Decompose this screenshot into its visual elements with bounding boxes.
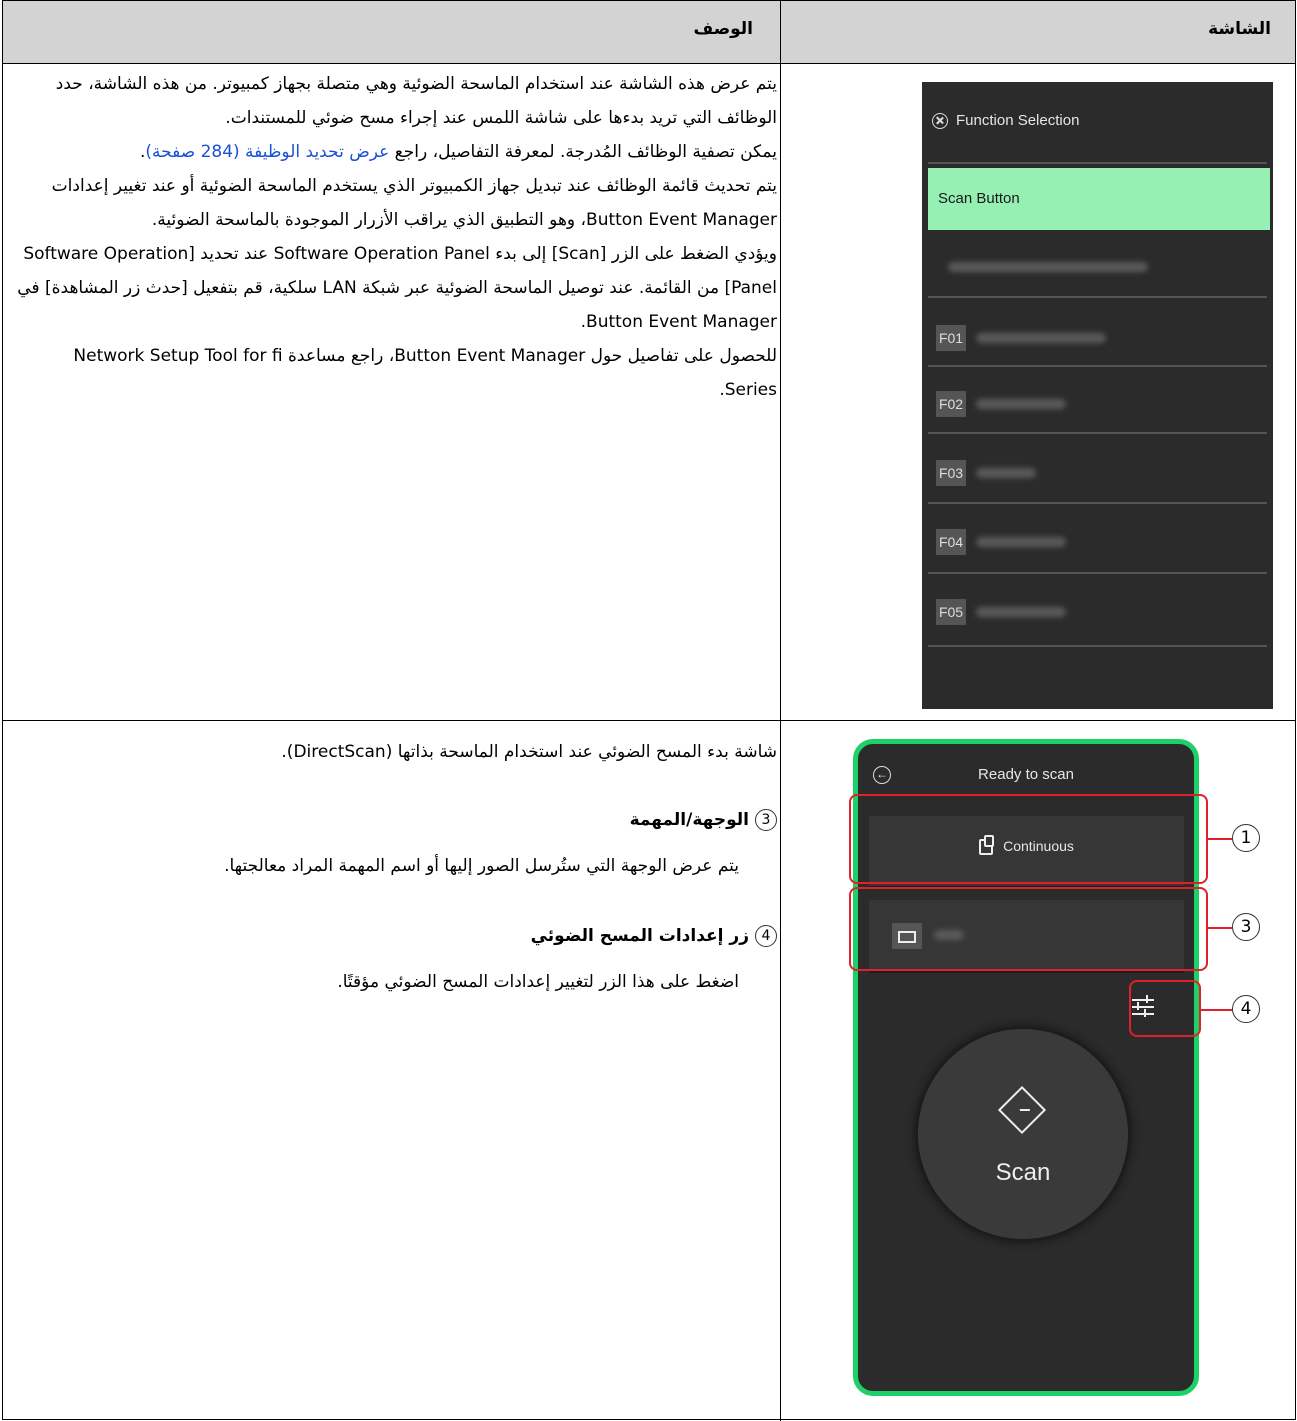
function-code-badge: F03 xyxy=(936,460,966,486)
function-selection-title-text: Function Selection xyxy=(956,112,1080,129)
table-header: الشاشة الوصف xyxy=(3,1,1295,64)
header-description: الوصف xyxy=(693,19,753,39)
callout-1: 1 xyxy=(1232,824,1260,852)
blurred-label xyxy=(948,262,1148,272)
scan-icon xyxy=(997,1085,1047,1135)
blurred-label xyxy=(976,399,1066,409)
section-3-heading: 3 الوجهة/المهمة xyxy=(11,803,777,837)
callout-3: 3 xyxy=(1232,913,1260,941)
ready-to-scan-title: Ready to scan xyxy=(978,766,1074,783)
scan-label: Scan xyxy=(995,1159,1051,1186)
callout-3-icon: 3 xyxy=(755,809,777,831)
list-item-f02[interactable]: F02 xyxy=(928,379,1268,429)
function-selection-title: Function Selection xyxy=(932,112,1079,129)
row1-paragraph-3: يتم تحديث قائمة الوظائف عند تبديل جهاز ا… xyxy=(51,176,777,230)
callout-4-icon: 4 xyxy=(755,925,777,947)
section-4-text: اضغط على هذا الزر لتغيير إعدادات المسح ا… xyxy=(337,972,739,992)
row-divider xyxy=(3,720,1295,721)
blurred-label xyxy=(976,468,1036,478)
row2-intro: شاشة بدء المسح الضوئي عند استخدام الماسح… xyxy=(281,742,777,762)
highlight-box-destination xyxy=(849,887,1208,971)
function-selection-screen: Function Selection Scan Button F01 F02 F… xyxy=(922,82,1273,709)
function-code-badge: F01 xyxy=(936,325,966,351)
blurred-label xyxy=(976,333,1106,343)
callout-4: 4 xyxy=(1232,995,1260,1023)
callout-line-1 xyxy=(1208,838,1232,840)
row1-paragraph-2: يمكن تصفية الوظائف المُدرجة. لمعرفة التف… xyxy=(11,135,777,169)
row1-paragraph-1: يتم عرض هذه الشاشة عند استخدام الماسحة ا… xyxy=(55,74,777,128)
highlight-box-continuous xyxy=(849,794,1208,884)
scan-button[interactable]: Scan xyxy=(916,1027,1130,1241)
blurred-label xyxy=(976,607,1066,617)
divider xyxy=(928,432,1267,434)
blurred-label xyxy=(976,537,1066,547)
divider xyxy=(928,572,1267,574)
row1-paragraph-5: للحصول على تفاصيل حول Button Event Manag… xyxy=(73,346,777,400)
list-item-f04[interactable]: F04 xyxy=(928,517,1268,567)
column-divider xyxy=(780,1,781,1421)
list-item-f05[interactable]: F05 xyxy=(928,587,1268,637)
highlight-box-settings xyxy=(1129,980,1201,1037)
callout-line-3 xyxy=(1208,927,1232,929)
function-code-badge: F02 xyxy=(936,391,966,417)
divider xyxy=(928,645,1267,647)
callout-line-4 xyxy=(1201,1009,1232,1011)
divider xyxy=(928,162,1267,164)
section-3-text: يتم عرض الوجهة التي ستُرسل الصور إليها أ… xyxy=(224,856,739,876)
row1-paragraph-4: ويؤدي الضغط على الزر [Scan] إلى بدء Soft… xyxy=(17,244,777,332)
section-3-title: الوجهة/المهمة xyxy=(629,810,749,830)
divider xyxy=(928,502,1267,504)
list-item-f03[interactable]: F03 xyxy=(928,448,1268,498)
scan-button-item[interactable]: Scan Button xyxy=(928,168,1270,230)
row1-description: يتم عرض هذه الشاشة عند استخدام الماسحة ا… xyxy=(11,67,777,407)
divider xyxy=(928,296,1267,298)
header-screen: الشاشة xyxy=(1208,19,1271,39)
list-item-software-operation-panel[interactable] xyxy=(928,240,1268,290)
section-4-title: زر إعدادات المسح الضوئي xyxy=(530,926,749,946)
function-code-badge: F04 xyxy=(936,529,966,555)
function-code-badge: F05 xyxy=(936,599,966,625)
function-selection-link[interactable]: عرض تحديد الوظيفة (284 صفحة) xyxy=(145,142,389,162)
row2-description: شاشة بدء المسح الضوئي عند استخدام الماسح… xyxy=(11,735,777,999)
close-icon[interactable] xyxy=(932,112,948,129)
list-item-f01[interactable]: F01 xyxy=(928,313,1268,363)
section-4-heading: 4 زر إعدادات المسح الضوئي xyxy=(11,919,777,953)
row1-paragraph-2-text: يمكن تصفية الوظائف المُدرجة. لمعرفة التف… xyxy=(389,142,777,162)
divider xyxy=(928,365,1267,367)
